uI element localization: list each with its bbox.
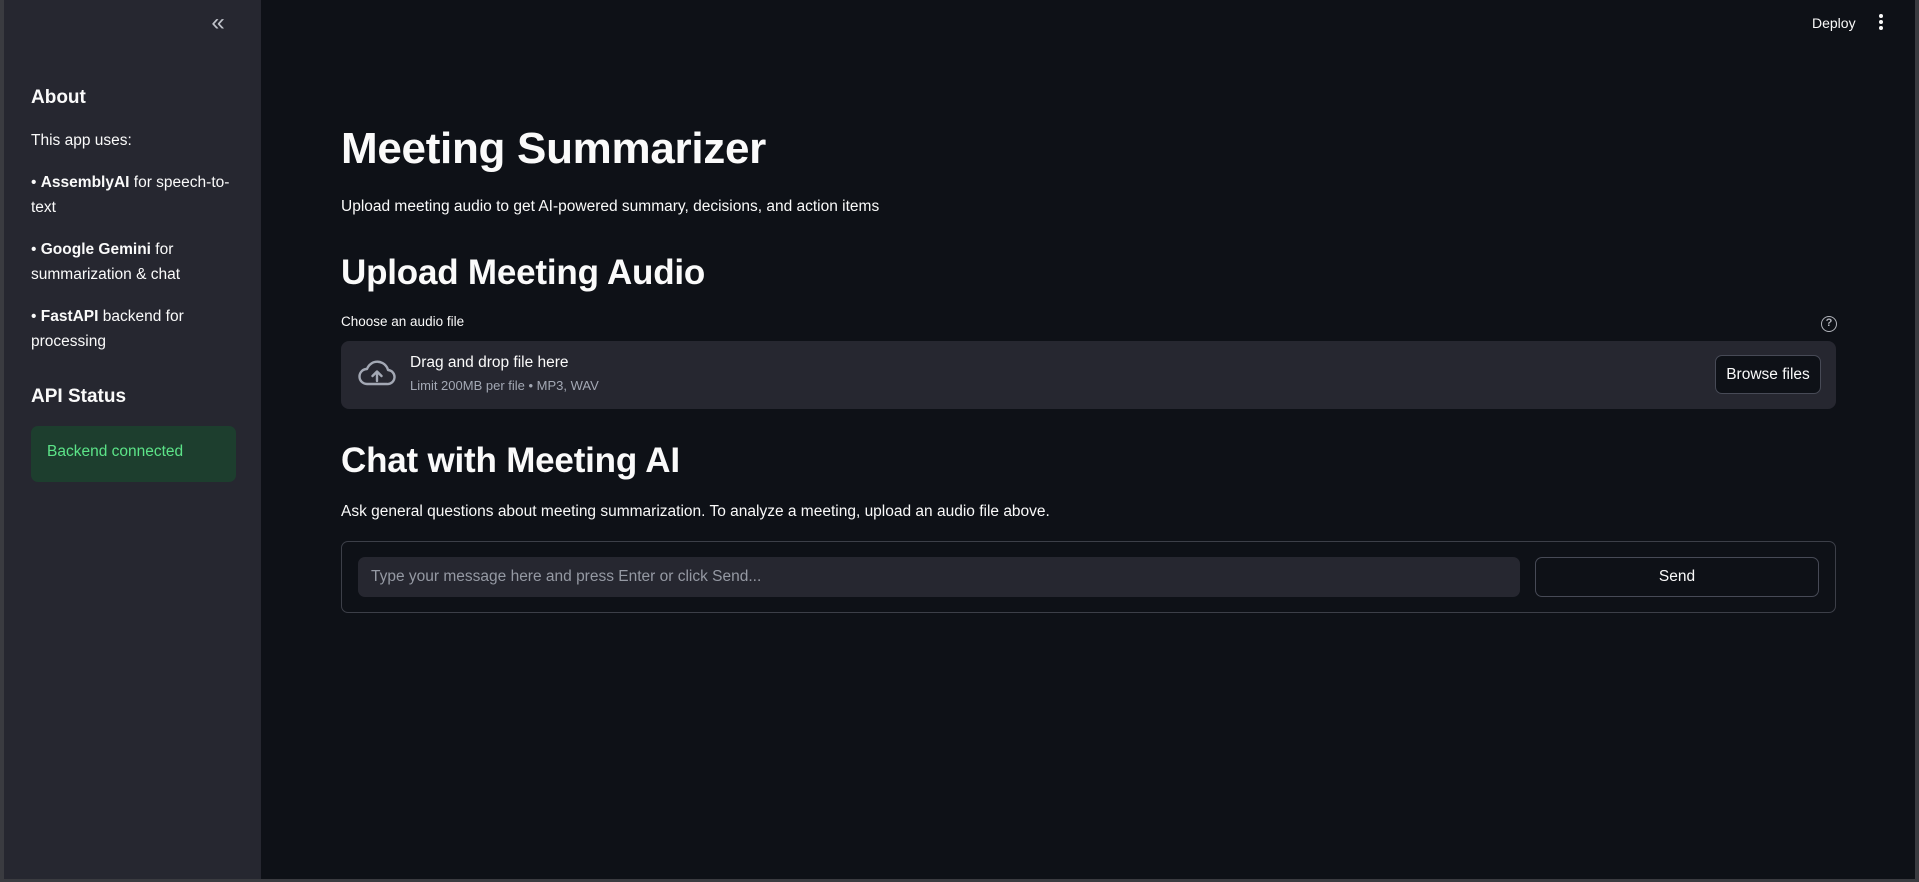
file-dropzone[interactable]: Drag and drop file here Limit 200MB per … [341,341,1836,409]
tool-name: FastAPI [40,308,99,325]
chat-description: Ask general questions about meeting summ… [341,503,1050,520]
chat-form: Send [341,541,1836,613]
tool-name: AssemblyAI [40,174,130,191]
send-button[interactable]: Send [1535,557,1819,597]
help-icon[interactable]: ? [1821,316,1837,332]
sidebar-item-fastapi: • FastAPI backend for processing [31,304,231,354]
more-options-icon[interactable] [1874,13,1888,33]
chat-heading: Chat with Meeting AI [341,441,680,480]
chat-input[interactable] [358,557,1520,597]
page-title: Meeting Summarizer [341,124,766,173]
app-window: « About This app uses: • AssemblyAI for … [4,0,1915,879]
page-subtitle: Upload meeting audio to get AI-powered s… [341,198,880,215]
browse-files-button[interactable]: Browse files [1715,355,1821,394]
about-intro: This app uses: [31,132,132,149]
bullet: • [31,308,41,325]
deploy-button[interactable]: Deploy [1812,15,1856,31]
dropzone-limits: Limit 200MB per file • MP3, WAV [410,378,599,393]
about-heading: About [31,87,86,108]
bullet: • [31,241,41,258]
bullet: • [31,174,41,191]
cloud-upload-icon [358,360,396,386]
dropzone-instructions: Drag and drop file here [410,354,569,371]
collapse-sidebar-icon[interactable]: « [204,11,232,36]
api-status-heading: API Status [31,386,127,407]
sidebar-item-gemini: • Google Gemini for summarization & chat [31,237,231,287]
upload-heading: Upload Meeting Audio [341,253,706,292]
sidebar: « About This app uses: • AssemblyAI for … [4,0,261,879]
tool-name: Google Gemini [40,241,151,258]
status-badge: Backend connected [31,426,236,482]
file-uploader-label: Choose an audio file [341,314,465,329]
sidebar-item-assemblyai: • AssemblyAI for speech-to-text [31,170,231,220]
